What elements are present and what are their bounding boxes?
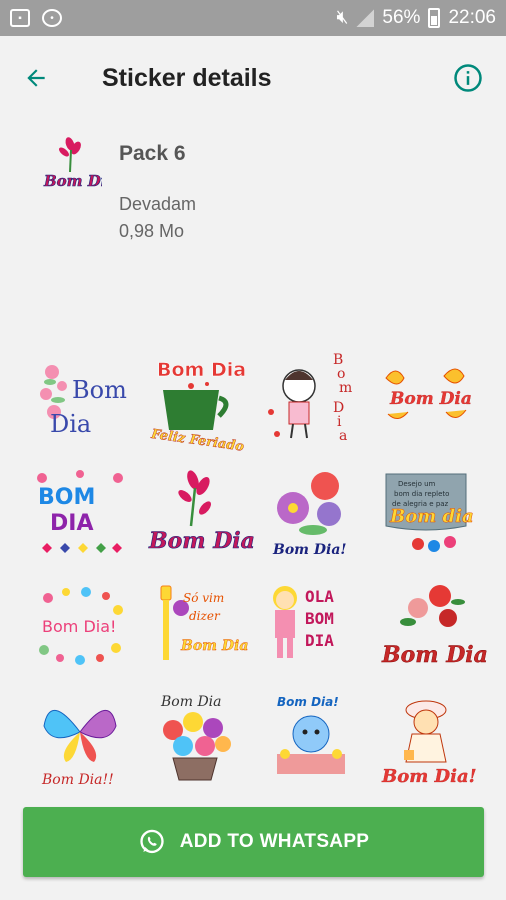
svg-text:DIA: DIA (50, 511, 93, 536)
pack-header: Bom Dia Pack 6 Devadam 0,98 Mo (0, 128, 506, 258)
status-bar: ▪ • 🔇︎ 56% 22:06 (0, 0, 506, 36)
app-bar: Sticker details (0, 36, 506, 120)
sticker-2[interactable]: Bom Dia Feliz Feriado (138, 348, 254, 455)
sticker-grid: Bom Dia Bom Dia Feliz Feriado Bom Dia Bo… (22, 348, 488, 790)
svg-text:OLA: OLA (305, 587, 334, 606)
clock: 22:06 (448, 7, 496, 28)
sticker-13[interactable]: Bom Dia!! (22, 690, 138, 790)
sticker-4[interactable]: Bom Dia (369, 348, 485, 448)
add-to-whatsapp-label: ADD TO WHATSAPP (179, 831, 370, 852)
gallery-notification-icon: ▪ (10, 9, 30, 27)
svg-text:DIA: DIA (305, 631, 334, 650)
battery-icon (428, 8, 441, 28)
sticker-10[interactable]: Só vim dizer Bom Dia (138, 576, 254, 676)
svg-text:Bom Dia: Bom Dia (157, 359, 246, 381)
sticker-11[interactable]: OLA BOM DIA (253, 576, 369, 676)
sticker-6[interactable]: Bom Dia (138, 462, 255, 562)
page-title: Sticker details (102, 63, 272, 92)
svg-text:a: a (339, 428, 347, 444)
svg-text:m: m (339, 380, 352, 396)
tray-icon: Bom Dia (43, 137, 102, 190)
svg-text:Desejo um: Desejo um (398, 480, 436, 488)
sticker-12[interactable]: Bom Dia (369, 576, 488, 676)
sticker-1[interactable]: Bom Dia (22, 348, 138, 448)
sticker-15[interactable]: Bom Dia! (253, 690, 369, 790)
svg-text:Só vim: Só vim (183, 591, 224, 605)
pack-size: 0,98 Mo (119, 221, 185, 241)
pack-name: Pack 6 (119, 142, 186, 165)
svg-text:Bom Dia: Bom Dia (180, 638, 248, 654)
svg-text:Bom: Bom (72, 376, 127, 404)
svg-text:Bom Dia: Bom Dia (148, 528, 255, 554)
svg-text:Bom Dia: Bom Dia (160, 694, 222, 710)
sticker-7[interactable]: Bom Dia! (253, 462, 369, 562)
svg-text:Bom Dia!!: Bom Dia!! (41, 772, 114, 788)
svg-text:Dia: Dia (50, 410, 91, 438)
battery-percent: 56% (382, 7, 421, 28)
signal-icon (356, 9, 375, 27)
svg-text:Bom Dia!: Bom Dia! (272, 542, 347, 558)
svg-text:Bom Dia: Bom Dia (389, 389, 472, 409)
sticker-3[interactable]: Bom Dia (253, 348, 369, 448)
sticker-8[interactable]: Desejo um bom dia repleto de alegria e p… (369, 462, 485, 562)
svg-text:Feliz Feriado: Feliz Feriado (150, 427, 246, 455)
svg-text:Bom Dia: Bom Dia (43, 172, 102, 190)
svg-text:Bom Dia!: Bom Dia! (277, 695, 339, 709)
info-button[interactable] (446, 56, 490, 100)
svg-text:dizer: dizer (189, 609, 221, 623)
mute-icon: 🔇︎ (336, 7, 349, 28)
svg-text:BOM: BOM (38, 485, 95, 510)
add-to-whatsapp-button[interactable]: ADD TO WHATSAPP (23, 807, 484, 877)
pack-author: Devadam (119, 194, 197, 214)
whatsapp-icon (140, 829, 164, 854)
svg-text:Bom Dia!: Bom Dia! (381, 766, 477, 787)
svg-text:BOM: BOM (305, 609, 334, 628)
sticker-16[interactable]: Bom Dia! (369, 690, 485, 790)
sticker-14[interactable]: Bom Dia (138, 690, 254, 790)
back-button[interactable] (14, 56, 58, 100)
arrow-back-icon (27, 69, 45, 87)
sticker-9[interactable]: Bom Dia! (22, 576, 138, 676)
chat-notification-icon: • (42, 9, 62, 27)
sticker-5[interactable]: BOM DIA (22, 462, 138, 562)
svg-text:Bom dia: Bom dia (389, 506, 474, 527)
svg-text:Bom Dia!: Bom Dia! (42, 617, 116, 636)
info-icon (454, 64, 482, 92)
svg-text:bom dia repleto: bom dia repleto (394, 490, 449, 498)
svg-text:Bom Dia: Bom Dia (381, 642, 488, 668)
